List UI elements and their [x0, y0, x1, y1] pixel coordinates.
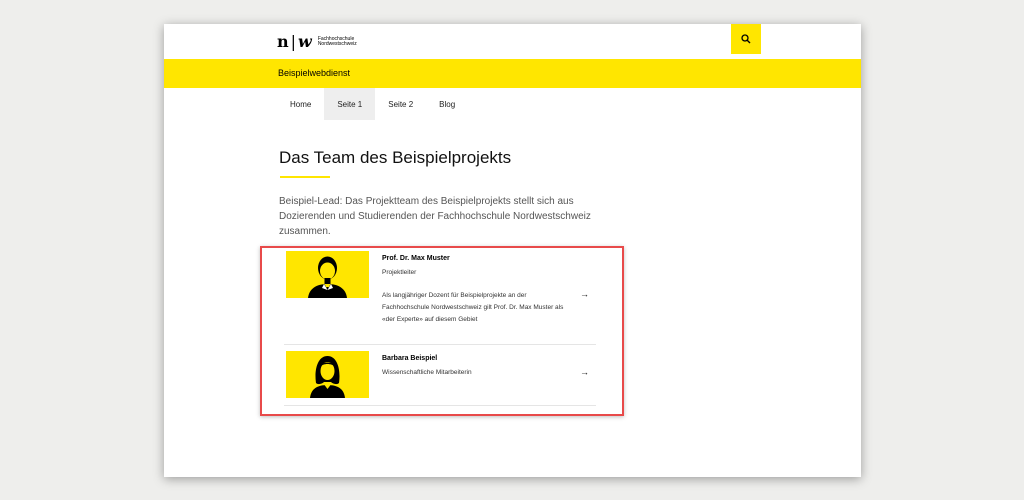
team-member-role: Projektleiter — [382, 269, 417, 276]
lead-text: Beispiel-Lead: Das Projektteam des Beisp… — [279, 196, 591, 237]
search-button[interactable] — [731, 24, 761, 54]
logo-text: Fachhochschule Nordwestschweiz — [317, 36, 378, 48]
arrow-right-icon[interactable]: → — [580, 289, 589, 299]
team-card[interactable]: Barbara Beispiel Wissenschaftliche Mitar… — [284, 351, 596, 406]
logo-mark-w: w — [298, 32, 312, 51]
logo-line-2: Nordwestschweiz — [317, 41, 357, 47]
arrow-right-icon[interactable]: → — [580, 367, 589, 377]
female-avatar-icon — [286, 351, 369, 398]
male-avatar-icon — [286, 251, 369, 298]
team-member-role: Wissenschaftliche Mitarbeiterin — [382, 369, 472, 376]
site-header: n | w Fachhochschule Nordwestschweiz — [164, 24, 861, 59]
team-card[interactable]: Prof. Dr. Max Muster Projektleiter Als l… — [284, 251, 596, 345]
team-card-body: Barbara Beispiel Wissenschaftliche Mitar… — [382, 355, 567, 390]
team-card-body: Prof. Dr. Max Muster Projektleiter Als l… — [382, 255, 567, 326]
team-member-description: Als langjähriger Dozent für Beispielproj… — [382, 292, 564, 323]
service-bar: Beispielwebdienst — [164, 59, 861, 88]
nav-item-seite-2[interactable]: Seite 2 — [375, 88, 426, 120]
title-underline — [280, 176, 330, 178]
logo-mark-n: n — [277, 32, 289, 51]
nav-item-home[interactable]: Home — [277, 88, 324, 120]
page-title: Das Team des Beispielprojekts — [279, 148, 512, 167]
team-member-name[interactable]: Prof. Dr. Max Muster — [382, 255, 567, 262]
nav-item-seite-1[interactable]: Seite 1 — [324, 88, 376, 120]
nav-item-blog[interactable]: Blog — [426, 88, 468, 120]
fhnw-logo[interactable]: n | w Fachhochschule Nordwestschweiz — [277, 33, 378, 51]
search-icon — [741, 34, 751, 44]
main-navigation: Home Seite 1 Seite 2 Blog — [277, 88, 468, 120]
service-name[interactable]: Beispielwebdienst — [278, 68, 350, 78]
browser-page: n | w Fachhochschule Nordwestschweiz Beisp… — [164, 24, 861, 477]
logo-mark-separator: | — [290, 32, 297, 51]
team-member-name[interactable]: Barbara Beispiel — [382, 355, 567, 362]
logo-mark: n | w — [277, 33, 312, 51]
